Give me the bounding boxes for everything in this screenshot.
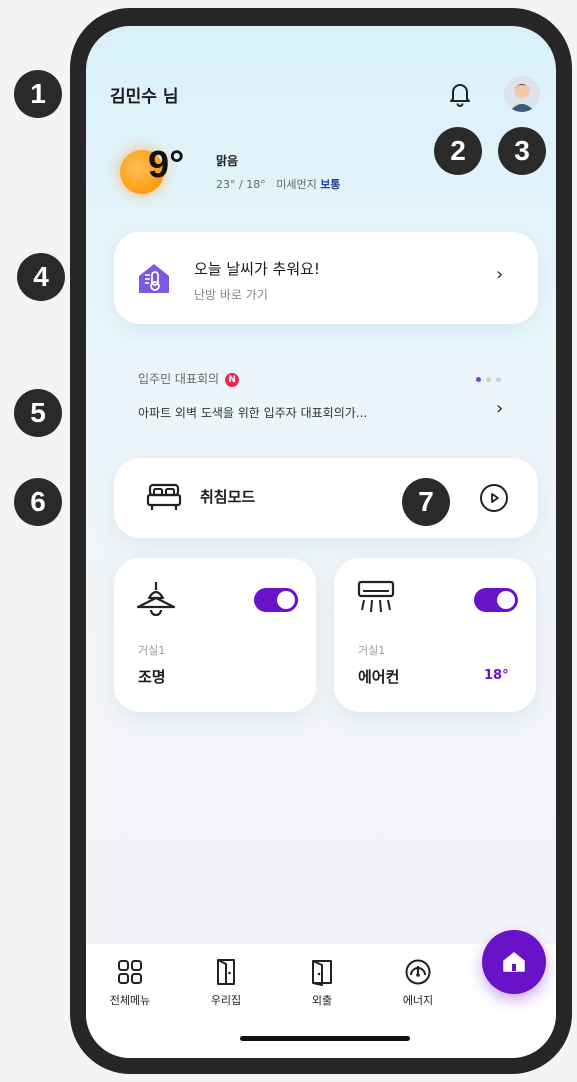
device-name: 조명 <box>138 668 166 686</box>
weather-detail: 23° / 18° 미세먼지 보통 <box>216 176 340 192</box>
marker-2: 2 <box>434 127 482 175</box>
device-card-light[interactable]: 거실1 조명 <box>114 558 316 712</box>
exit-icon <box>282 958 362 986</box>
marker-4: 4 <box>17 253 65 301</box>
pager-dot <box>486 377 491 382</box>
light-toggle[interactable] <box>254 588 298 612</box>
heating-card-subtitle: 난방 바로 가기 <box>194 288 268 302</box>
nav-item-home[interactable]: 우리집 <box>186 958 266 1008</box>
nav-item-outing[interactable]: 외출 <box>282 958 362 1008</box>
sleep-mode-card[interactable]: 취침모드 <box>114 458 538 538</box>
marker-5: 5 <box>14 389 62 437</box>
marker-6: 6 <box>14 478 62 526</box>
toggle-knob <box>497 591 515 609</box>
device-name: 에어컨 <box>358 668 400 686</box>
pager-dot <box>496 377 501 382</box>
bed-icon <box>146 482 182 516</box>
home-fab-button[interactable] <box>482 930 546 994</box>
new-badge: N <box>225 372 240 387</box>
heating-card-title: 오늘 날씨가 추워요! <box>194 260 320 278</box>
pager-dots <box>476 377 501 382</box>
device-card-aircon[interactable]: 거실1 에어컨 18° <box>334 558 536 712</box>
play-icon[interactable] <box>480 484 508 512</box>
air-conditioner-icon <box>356 580 396 622</box>
dust-status: 보통 <box>320 178 341 191</box>
avatar[interactable] <box>504 76 540 112</box>
home-indicator <box>240 1036 410 1041</box>
pager-dot <box>476 377 481 382</box>
weather-temperature: 9° <box>148 144 185 186</box>
device-room: 거실1 <box>358 644 386 657</box>
notice-label: 입주민 대표회의 N <box>138 370 240 387</box>
dust-label: 미세먼지 <box>276 178 317 191</box>
notice-label-text: 입주민 대표회의 <box>138 372 220 386</box>
door-icon <box>186 958 266 986</box>
aircon-temperature: 18° <box>484 668 509 683</box>
thermometer-house-icon <box>136 260 172 296</box>
bell-icon[interactable] <box>444 78 476 110</box>
home-icon <box>503 952 525 972</box>
nav-label: 에너지 <box>402 994 434 1007</box>
notice-text[interactable]: 아파트 외벽 도색을 위한 입주자 대표회의가... <box>138 404 367 421</box>
marker-7: 7 <box>402 478 450 526</box>
nav-label: 외출 <box>311 994 333 1007</box>
nav-label: 우리집 <box>210 994 242 1007</box>
username: 김민수 님 <box>110 87 179 107</box>
nav-item-energy[interactable]: 에너지 <box>378 958 458 1008</box>
device-room: 거실1 <box>138 644 166 657</box>
grid-icon <box>90 958 170 986</box>
marker-3: 3 <box>498 127 546 175</box>
aircon-toggle[interactable] <box>474 588 518 612</box>
app-screen: 김민수 님 9° 맑음 23° / 18° 미세먼지 보통 오늘 날씨가 추워요… <box>86 26 556 1058</box>
chevron-right-icon: › <box>496 264 504 285</box>
weather-high-low: 23° / 18° <box>216 178 266 191</box>
lamp-icon <box>136 580 176 622</box>
weather-condition: 맑음 <box>216 154 239 168</box>
gauge-icon <box>378 958 458 986</box>
sleep-mode-label: 취침모드 <box>200 488 256 506</box>
avatar-icon <box>509 83 535 112</box>
toggle-knob <box>277 591 295 609</box>
bell-icon-svg <box>450 84 470 107</box>
nav-label: 전체메뉴 <box>109 994 151 1007</box>
nav-item-all-menu[interactable]: 전체메뉴 <box>90 958 170 1008</box>
chevron-right-icon[interactable]: › <box>496 398 503 419</box>
heating-shortcut-card[interactable]: 오늘 날씨가 추워요! 난방 바로 가기 › <box>114 232 538 324</box>
marker-1: 1 <box>14 70 62 118</box>
